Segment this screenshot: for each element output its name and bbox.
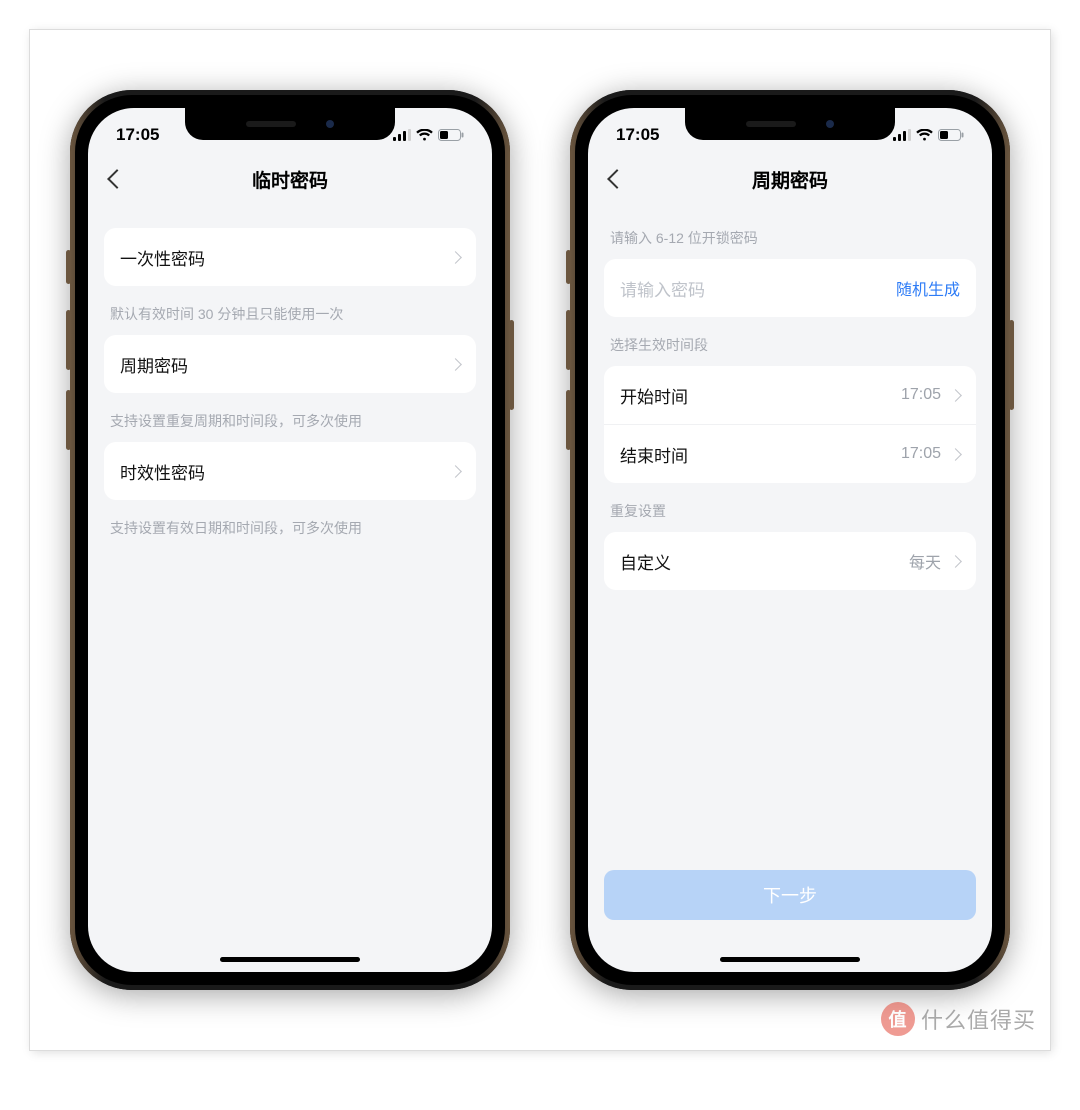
one-time-password-row[interactable]: 一次性密码	[104, 228, 476, 286]
chevron-right-icon	[949, 555, 962, 568]
password-placeholder: 请输入密码	[620, 276, 896, 301]
chevron-right-icon	[449, 465, 462, 478]
status-time: 17:05	[616, 119, 659, 145]
chevron-right-icon	[949, 448, 962, 461]
periodic-password-card: 周期密码	[104, 335, 476, 393]
custom-repeat-value: 每天	[909, 549, 941, 573]
chevron-right-icon	[449, 251, 462, 264]
wifi-icon	[416, 129, 433, 141]
signal-icon	[393, 129, 411, 141]
row-label: 时效性密码	[120, 459, 451, 484]
start-time-value: 17:05	[901, 386, 941, 404]
watermark: 值 什么值得买	[881, 1002, 1036, 1036]
one-time-password-hint: 默认有效时间 30 分钟且只能使用一次	[104, 286, 476, 335]
status-time: 17:05	[116, 119, 159, 145]
chevron-left-icon	[607, 169, 627, 189]
one-time-password-card: 一次性密码	[104, 228, 476, 286]
timed-password-card: 时效性密码	[104, 442, 476, 500]
time-range-card: 开始时间 17:05 结束时间 17:05	[604, 366, 976, 483]
page-title: 临时密码	[252, 166, 328, 193]
home-indicator[interactable]	[220, 957, 360, 962]
end-time-row[interactable]: 结束时间 17:05	[604, 424, 976, 483]
row-label: 开始时间	[620, 383, 901, 408]
home-indicator[interactable]	[720, 957, 860, 962]
chevron-right-icon	[449, 358, 462, 371]
signal-icon	[893, 129, 911, 141]
status-bar: 17:05	[588, 108, 992, 156]
row-label: 一次性密码	[120, 245, 451, 270]
custom-repeat-row[interactable]: 自定义 每天	[604, 532, 976, 590]
phone-mockup-right: 17:05 周期密码	[570, 90, 1010, 990]
repeat-section-hint: 重复设置	[604, 483, 976, 532]
periodic-password-row[interactable]: 周期密码	[104, 335, 476, 393]
battery-icon	[938, 129, 964, 141]
row-label: 结束时间	[620, 442, 901, 467]
random-generate-link[interactable]: 随机生成	[896, 276, 960, 300]
row-label: 自定义	[620, 549, 909, 574]
periodic-password-hint: 支持设置重复周期和时间段，可多次使用	[104, 393, 476, 442]
end-time-value: 17:05	[901, 445, 941, 463]
password-instruction: 请输入 6-12 位开锁密码	[604, 210, 976, 259]
chevron-left-icon	[107, 169, 127, 189]
back-button[interactable]	[602, 164, 632, 194]
password-input-card: 请输入密码 随机生成	[604, 259, 976, 317]
watermark-text: 什么值得买	[921, 1003, 1036, 1035]
repeat-card: 自定义 每天	[604, 532, 976, 590]
period-section-hint: 选择生效时间段	[604, 317, 976, 366]
back-button[interactable]	[102, 164, 132, 194]
page-title: 周期密码	[752, 166, 828, 193]
wifi-icon	[916, 129, 933, 141]
phone-mockup-left: 17:05 临时密码	[70, 90, 510, 990]
next-step-button[interactable]: 下一步	[604, 870, 976, 920]
status-bar: 17:05	[88, 108, 492, 156]
timed-password-hint: 支持设置有效日期和时间段，可多次使用	[104, 500, 476, 549]
watermark-badge: 值	[881, 1002, 915, 1036]
nav-bar: 周期密码	[588, 156, 992, 202]
battery-icon	[438, 129, 464, 141]
timed-password-row[interactable]: 时效性密码	[104, 442, 476, 500]
screenshot-canvas: 17:05 临时密码	[30, 30, 1050, 1050]
password-input-row[interactable]: 请输入密码 随机生成	[604, 259, 976, 317]
nav-bar: 临时密码	[88, 156, 492, 202]
row-label: 周期密码	[120, 352, 451, 377]
chevron-right-icon	[949, 389, 962, 402]
start-time-row[interactable]: 开始时间 17:05	[604, 366, 976, 424]
